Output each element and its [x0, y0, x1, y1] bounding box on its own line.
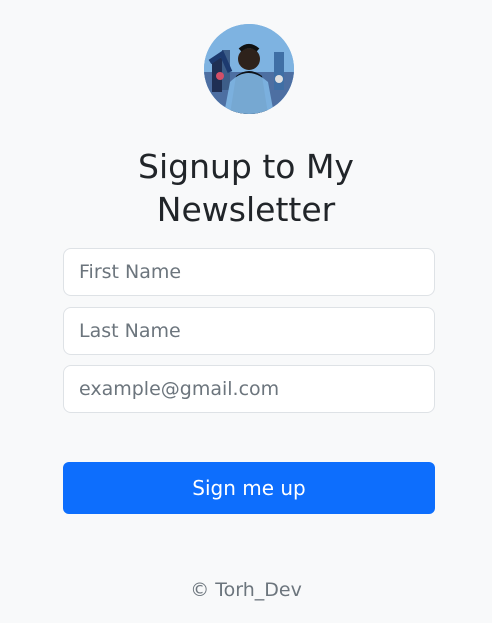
- newsletter-signup-page: Signup to My Newsletter Sign me up © Tor…: [0, 0, 492, 623]
- last-name-input[interactable]: [63, 307, 435, 355]
- profile-avatar-image: [204, 24, 294, 114]
- sign-me-up-button[interactable]: Sign me up: [63, 462, 435, 514]
- email-input[interactable]: [63, 365, 435, 413]
- first-name-input[interactable]: [63, 248, 435, 296]
- footer-credit: © Torh_Dev: [190, 579, 302, 601]
- page-title: Signup to My Newsletter: [138, 147, 354, 229]
